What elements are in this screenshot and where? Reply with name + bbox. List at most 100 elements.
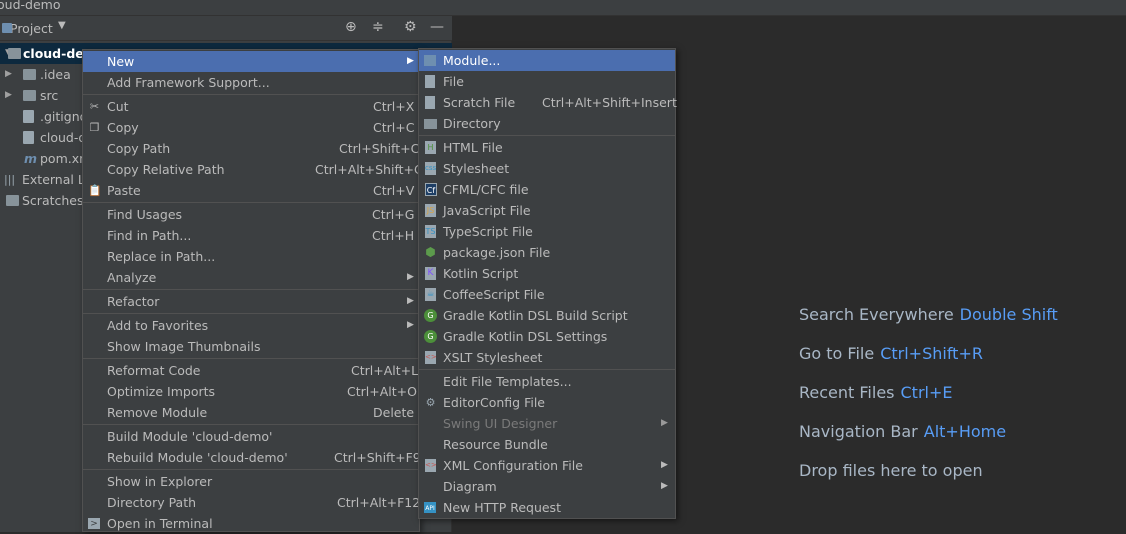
menu-item-label: Kotlin Script [443, 266, 519, 281]
hint-drop-files: Drop files here to open [799, 461, 983, 480]
submenu-arrow-icon: ▶ [661, 460, 668, 470]
submenu-item-http-request[interactable]: API New HTTP Request [419, 497, 675, 518]
menu-item-analyze[interactable]: Analyze ▶ [83, 267, 419, 288]
menu-item-label: Remove Module [107, 405, 208, 420]
coffeescript-file-icon: ☕ [425, 288, 436, 301]
menu-separator [83, 424, 419, 425]
menu-separator [83, 94, 419, 95]
submenu-item-file[interactable]: File [419, 71, 675, 92]
submenu-item-html-file[interactable]: H HTML File [419, 137, 675, 158]
module-folder-icon [8, 48, 21, 59]
submenu-item-directory[interactable]: Directory [419, 113, 675, 134]
menu-item-copy-relative-path[interactable]: Copy Relative Path Ctrl+Alt+Shift+C [83, 159, 423, 180]
folder-icon [424, 119, 437, 129]
hint-label: Navigation Bar [799, 422, 918, 441]
project-panel-header: Project ▼ ⊕ ≑ ⚙ — [0, 16, 452, 41]
menu-item-paste[interactable]: 📋 Paste Ctrl+V [83, 180, 419, 201]
submenu-item-xslt[interactable]: <> XSLT Stylesheet [419, 347, 675, 368]
submenu-item-package-json[interactable]: ⬢ package.json File [419, 242, 675, 263]
menu-item-label: Directory Path [107, 495, 197, 510]
menu-item-shortcut: Ctrl+Alt+L [351, 363, 419, 378]
tree-item-label: src [40, 88, 59, 103]
menu-item-optimize-imports[interactable]: Optimize Imports Ctrl+Alt+O [83, 381, 419, 402]
menu-item-add-to-favorites[interactable]: Add to Favorites ▶ [83, 315, 419, 336]
maven-icon: m [24, 151, 38, 166]
clipboard-icon: 📋 [88, 184, 102, 197]
menu-item-cut[interactable]: ✂ Cut Ctrl+X [83, 96, 419, 117]
collapsed-arrow-icon[interactable]: ▶ [5, 64, 12, 85]
submenu-item-edit-templates[interactable]: Edit File Templates... [419, 371, 675, 392]
submenu-item-typescript[interactable]: TS TypeScript File [419, 221, 675, 242]
submenu-item-gradle-build[interactable]: G Gradle Kotlin DSL Build Script [419, 305, 675, 326]
kotlin-file-icon: K [425, 267, 436, 280]
scratch-file-icon [425, 96, 435, 109]
menu-item-open-in-terminal[interactable]: > Open in Terminal [83, 513, 419, 534]
menu-item-label: Rebuild Module 'cloud-demo' [107, 450, 288, 465]
hint-key: Double Shift [959, 305, 1058, 324]
submenu-item-stylesheet[interactable]: css Stylesheet [419, 158, 675, 179]
submenu-item-swing-designer[interactable]: Swing UI Designer ▶ [419, 413, 675, 434]
menu-item-find-usages[interactable]: Find Usages Ctrl+G [83, 204, 419, 225]
menu-item-label: Cut [107, 99, 129, 114]
chevron-down-icon[interactable]: ▼ [58, 20, 66, 31]
menu-item-label: EditorConfig File [443, 395, 545, 410]
collapsed-arrow-icon[interactable]: ▶ [5, 85, 12, 106]
collapse-all-icon[interactable]: ≑ [372, 19, 384, 35]
css-file-icon: css [425, 162, 436, 175]
menu-item-label: XSLT Stylesheet [443, 350, 543, 365]
gear-icon: ⚙ [425, 396, 436, 409]
submenu-item-gradle-settings[interactable]: G Gradle Kotlin DSL Settings [419, 326, 675, 347]
submenu-item-module[interactable]: Module... [419, 50, 675, 71]
submenu-item-editorconfig[interactable]: ⚙ EditorConfig File [419, 392, 675, 413]
menu-separator [83, 202, 419, 203]
menu-item-label: Module... [443, 53, 501, 68]
xml-file-icon: <> [425, 459, 437, 472]
gear-icon[interactable]: ⚙ [404, 19, 417, 35]
project-panel-title[interactable]: Project [2, 21, 53, 36]
menu-item-refactor[interactable]: Refactor ▶ [83, 291, 419, 312]
typescript-file-icon: TS [425, 225, 436, 238]
submenu-item-kotlin-script[interactable]: K Kotlin Script [419, 263, 675, 284]
hint-key: Alt+Home [923, 422, 1007, 441]
menu-item-build-module[interactable]: Build Module 'cloud-demo' [83, 426, 419, 447]
menu-item-reformat-code[interactable]: Reformat Code Ctrl+Alt+L [83, 360, 419, 381]
menu-item-add-framework-support[interactable]: Add Framework Support... [83, 72, 419, 93]
menu-item-label: Replace in Path... [107, 249, 216, 264]
submenu-item-resource-bundle[interactable]: Resource Bundle [419, 434, 675, 455]
submenu-item-diagram[interactable]: Diagram ▶ [419, 476, 675, 497]
hide-icon[interactable]: — [430, 19, 444, 35]
menu-item-remove-module[interactable]: Remove Module Delete [83, 402, 419, 423]
submenu-arrow-icon: ▶ [661, 481, 668, 491]
menu-item-shortcut: Ctrl+V [373, 183, 415, 198]
menu-item-replace-in-path[interactable]: Replace in Path... [83, 246, 419, 267]
menu-item-label: Add to Favorites [107, 318, 209, 333]
hint-label: Go to File [799, 344, 875, 363]
submenu-item-scratch-file[interactable]: Scratch File Ctrl+Alt+Shift+Insert [419, 92, 677, 113]
submenu-item-xml-config[interactable]: <> XML Configuration File ▶ [419, 455, 675, 476]
menu-separator [419, 369, 675, 370]
nodejs-icon: ⬢ [425, 245, 436, 259]
menu-item-show-image-thumbnails[interactable]: Show Image Thumbnails [83, 336, 419, 357]
locate-icon[interactable]: ⊕ [345, 19, 357, 35]
http-request-icon: API [424, 502, 436, 513]
submenu-item-coffeescript[interactable]: ☕ CoffeeScript File [419, 284, 675, 305]
menu-item-copy[interactable]: ❐ Copy Ctrl+C [83, 117, 419, 138]
copy-icon: ❐ [89, 121, 100, 134]
menu-item-shortcut: Ctrl+X [373, 99, 415, 114]
submenu-item-javascript[interactable]: JS JavaScript File [419, 200, 675, 221]
menu-item-rebuild-module[interactable]: Rebuild Module 'cloud-demo' Ctrl+Shift+F… [83, 447, 421, 468]
menu-item-find-in-path[interactable]: Find in Path... Ctrl+H [83, 225, 419, 246]
folder-icon [23, 90, 36, 101]
xslt-file-icon: <> [425, 351, 437, 364]
menu-item-show-in-explorer[interactable]: Show in Explorer [83, 471, 419, 492]
menu-item-directory-path[interactable]: Directory Path Ctrl+Alt+F12 [83, 492, 421, 513]
cfml-file-icon: Cf [425, 183, 437, 196]
submenu-item-cfml[interactable]: Cf CFML/CFC file [419, 179, 675, 200]
menu-item-copy-path[interactable]: Copy Path Ctrl+Shift+C [83, 138, 419, 159]
menu-item-label: TypeScript File [443, 224, 533, 239]
gradle-icon: G [424, 309, 437, 322]
menu-item-label: Add Framework Support... [107, 75, 270, 90]
menu-item-new[interactable]: New ▶ [83, 51, 419, 72]
hint-recent-files: Recent Files Ctrl+E [799, 383, 952, 402]
menu-item-shortcut: Ctrl+Alt+F12 [337, 495, 421, 510]
